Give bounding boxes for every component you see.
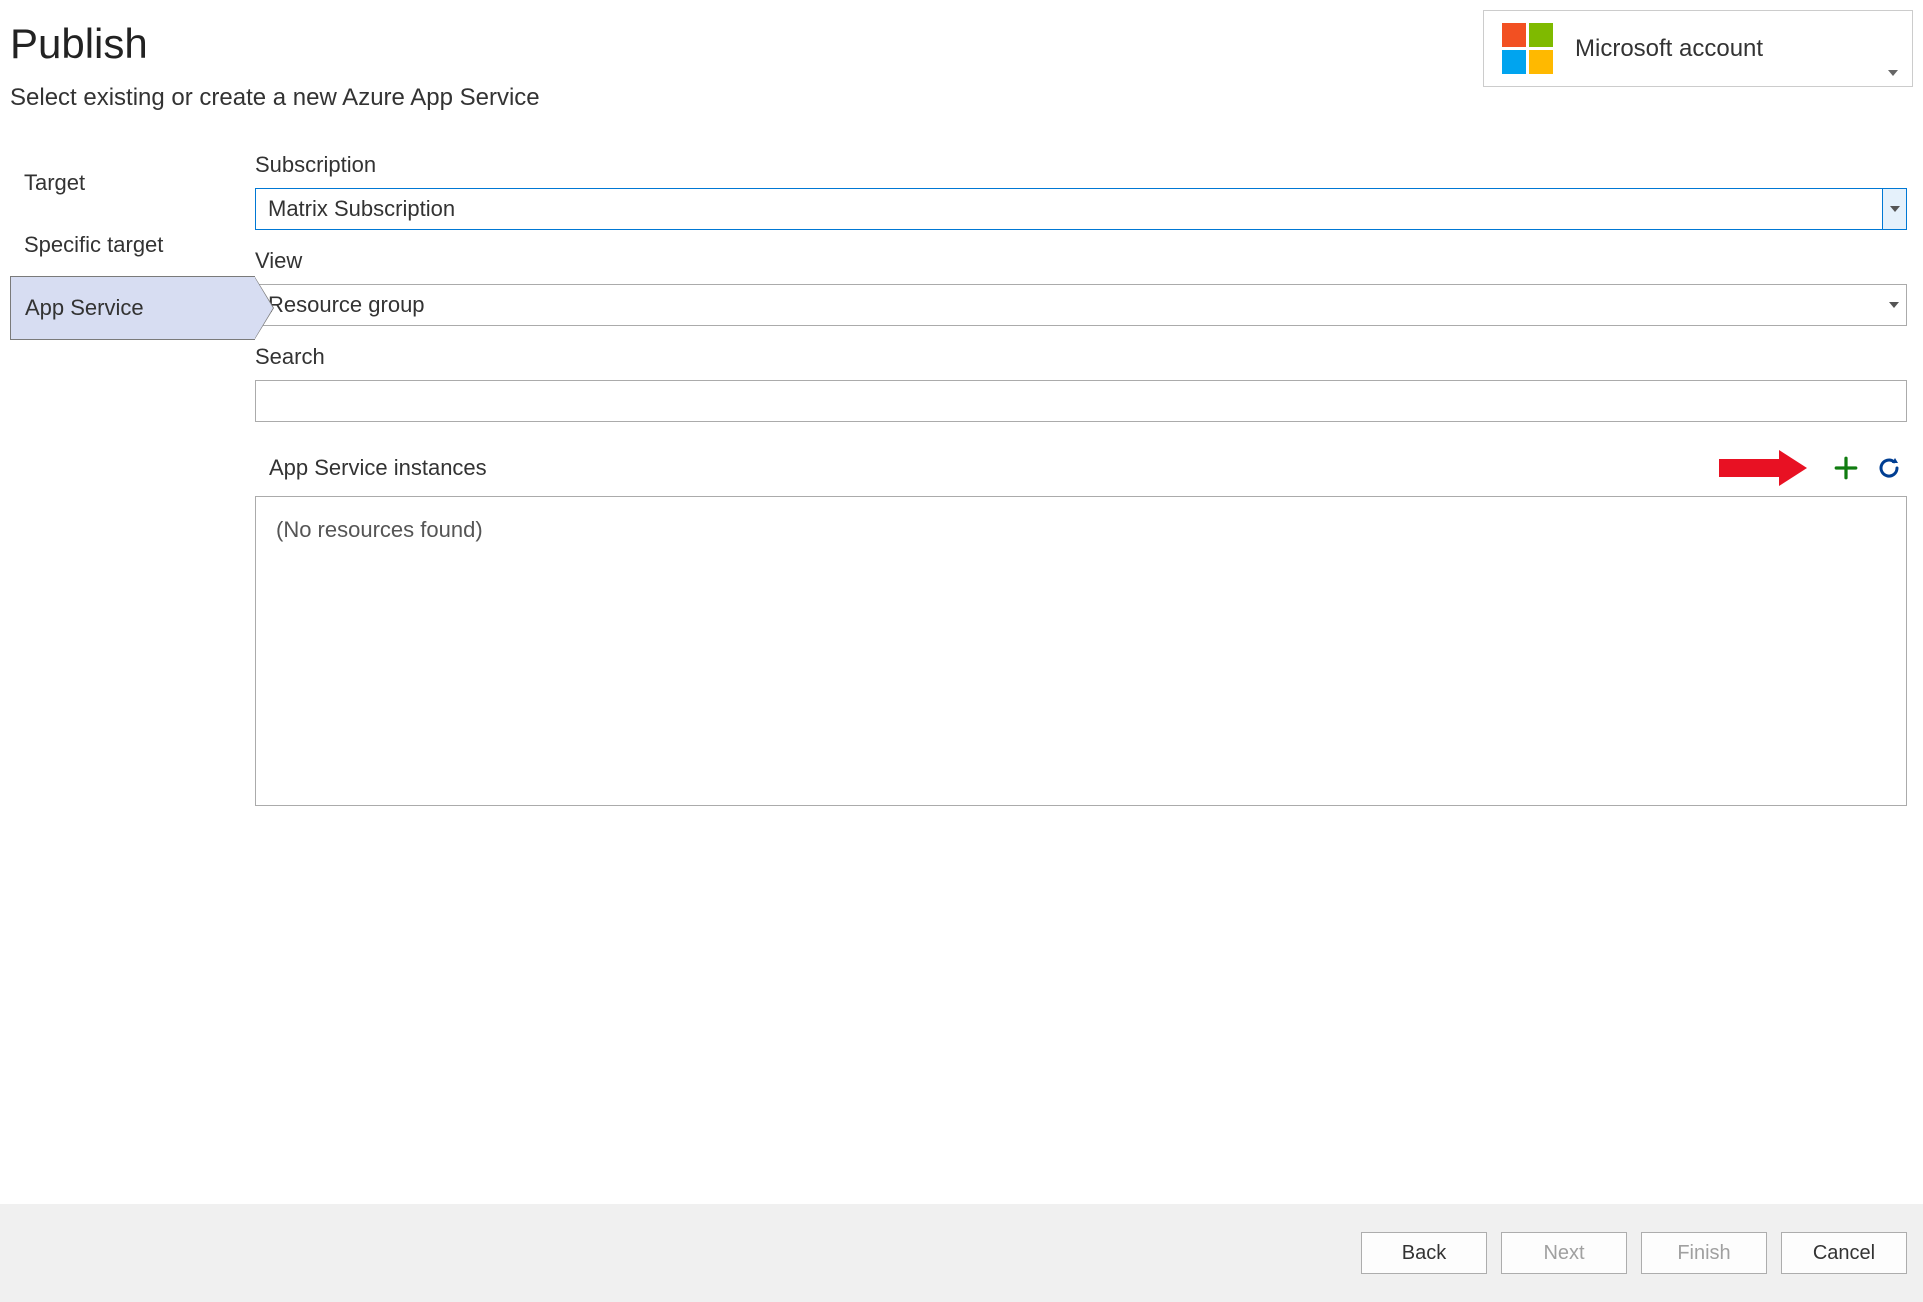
sidebar-item-app-service[interactable]: App Service [10,276,255,340]
microsoft-logo-icon [1502,23,1553,74]
instances-listbox[interactable]: (No resources found) [255,496,1907,806]
instances-header: App Service instances [255,450,1907,486]
cancel-button[interactable]: Cancel [1781,1232,1907,1274]
header-text-block: Publish Select existing or create a new … [10,10,540,112]
page-subtitle: Select existing or create a new Azure Ap… [10,84,540,112]
subscription-label: Subscription [255,152,1907,178]
view-dropdown[interactable]: Resource group [255,284,1907,326]
sidebar-item-specific-target[interactable]: Specific target [10,214,255,276]
sidebar-item-label: App Service [25,295,144,320]
subscription-value: Matrix Subscription [268,196,455,222]
sidebar-item-label: Specific target [24,232,163,257]
finish-button[interactable]: Finish [1641,1232,1767,1274]
content-panel: Subscription Matrix Subscription View Re… [255,152,1923,806]
page-title: Publish [10,20,540,68]
next-button[interactable]: Next [1501,1232,1627,1274]
view-label: View [255,248,1907,274]
dialog-header: Publish Select existing or create a new … [0,0,1923,112]
sidebar-item-target[interactable]: Target [10,152,255,214]
account-label: Microsoft account [1575,35,1763,63]
view-field: View Resource group [255,248,1907,326]
search-input-wrapper [255,380,1907,422]
main-area: Target Specific target App Service Subsc… [0,112,1923,806]
plus-icon [1833,455,1859,481]
subscription-field: Subscription Matrix Subscription [255,152,1907,230]
arrow-annotation-icon [1719,450,1815,486]
sidebar-item-label: Target [24,170,85,195]
subscription-dropdown[interactable]: Matrix Subscription [255,188,1907,230]
instances-actions [1719,450,1901,486]
add-instance-button[interactable] [1833,455,1859,481]
chevron-down-icon [1882,285,1906,325]
instances-label: App Service instances [269,455,487,481]
back-button[interactable]: Back [1361,1232,1487,1274]
dialog-footer: Back Next Finish Cancel [0,1204,1923,1302]
chevron-down-icon [1882,189,1906,229]
search-label: Search [255,344,1907,370]
wizard-sidebar: Target Specific target App Service [0,152,255,806]
refresh-icon [1877,456,1901,480]
instances-empty-text: (No resources found) [276,517,483,542]
view-value: Resource group [268,292,425,318]
account-selector[interactable]: Microsoft account [1483,10,1913,87]
search-field: Search [255,344,1907,422]
chevron-down-icon [1888,70,1898,76]
search-input[interactable] [268,381,1894,421]
refresh-button[interactable] [1877,456,1901,480]
